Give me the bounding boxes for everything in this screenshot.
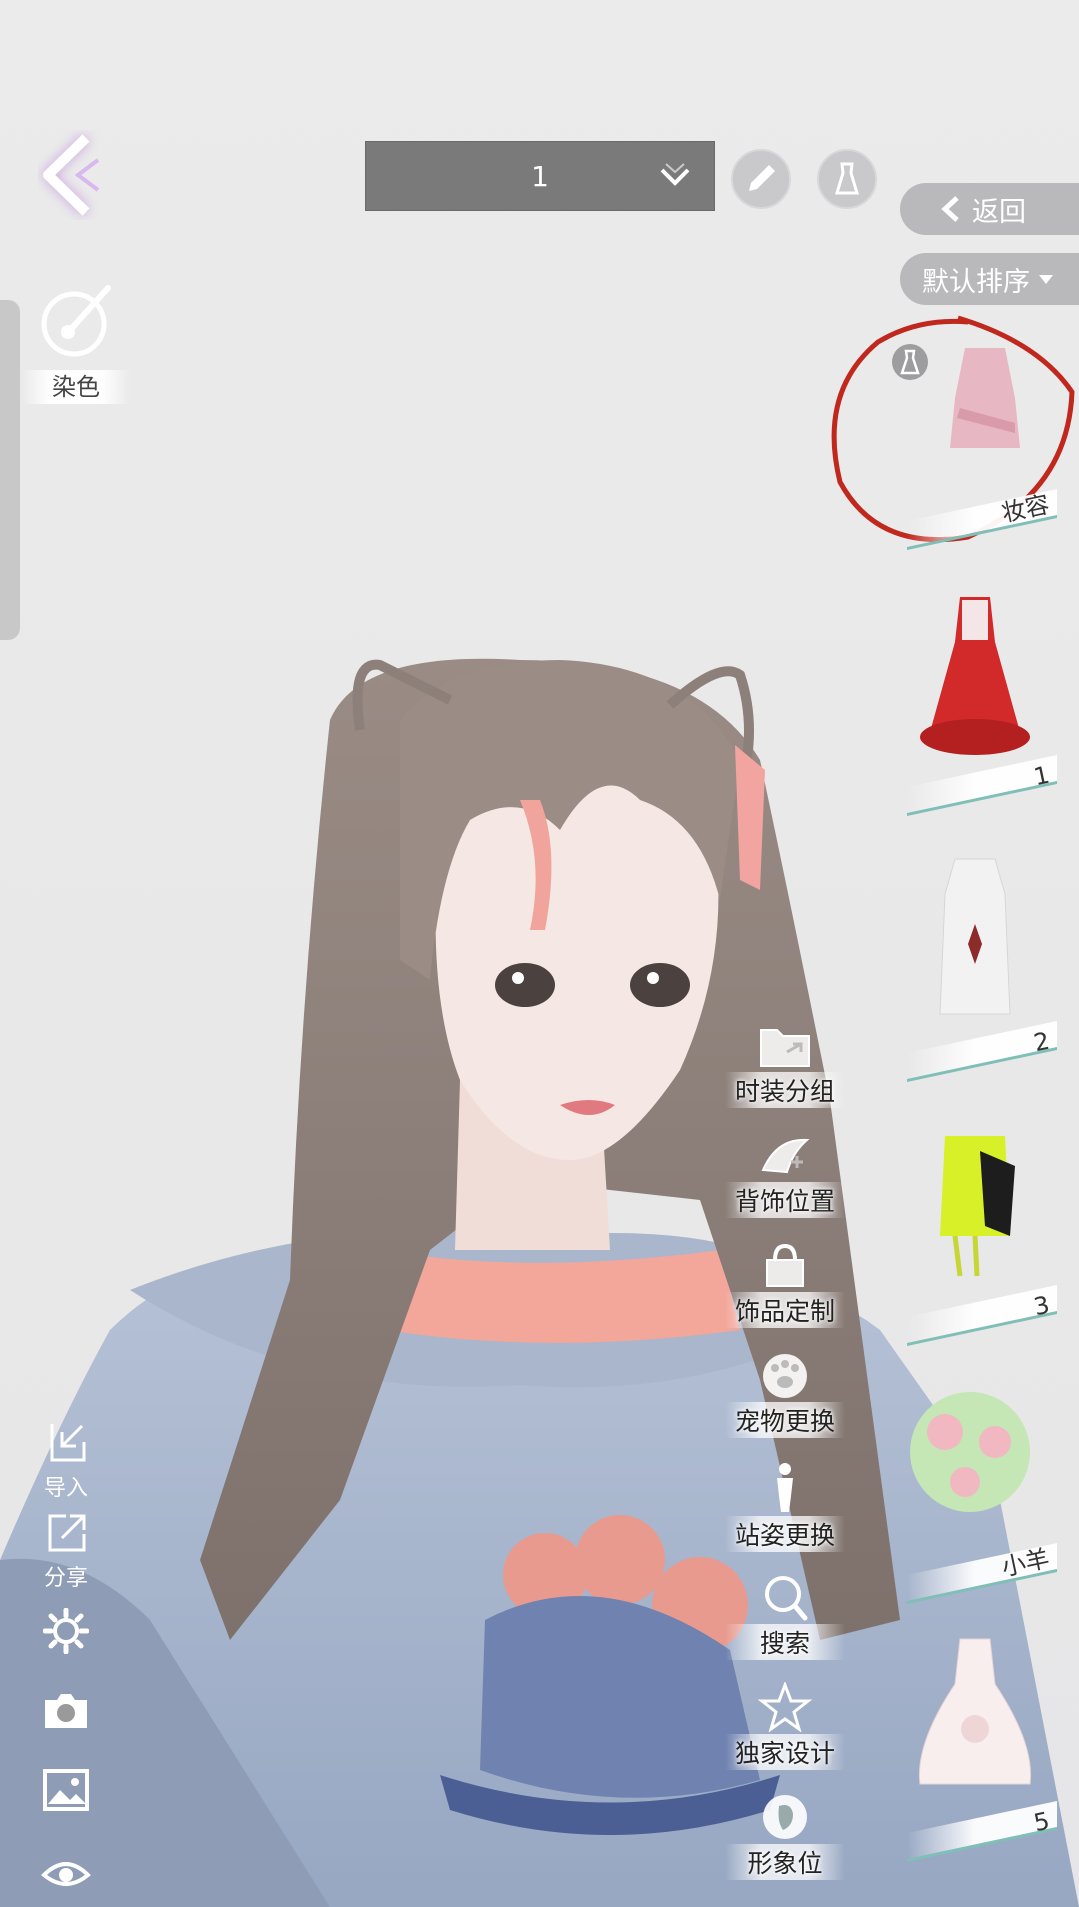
dress-tag-icon	[892, 344, 928, 380]
outfit-thumbnail	[940, 1136, 1015, 1277]
outfit-card[interactable]: 妆容	[831, 315, 1079, 568]
card-label: 小羊	[999, 1544, 1052, 1582]
outfit-card[interactable]: 2	[880, 850, 1079, 1100]
outfit-card[interactable]: 5	[880, 1630, 1079, 1880]
sort-dropdown[interactable]: 默认排序	[900, 253, 1079, 305]
return-button[interactable]: 返回	[900, 183, 1079, 235]
import-button[interactable]: 导入	[28, 1420, 104, 1501]
exclusive-design-label: 独家设计	[725, 1734, 845, 1770]
eye-icon	[41, 1862, 91, 1886]
appearance-slot-label: 形象位	[725, 1844, 845, 1880]
share-label: 分享	[43, 1566, 88, 1591]
sort-label: 默认排序	[922, 266, 1030, 298]
person-icon	[777, 1463, 793, 1512]
import-label: 导入	[43, 1476, 88, 1501]
chevron-left-icon	[941, 196, 959, 222]
pet-change-label: 宠物更换	[725, 1402, 845, 1438]
back-button[interactable]	[38, 130, 108, 220]
search-button[interactable]: 搜索	[725, 1572, 845, 1672]
appearance-slot-button[interactable]: 形象位	[725, 1792, 845, 1892]
back-chevron-icon	[43, 134, 100, 216]
import-icon	[50, 1424, 86, 1462]
caret-down-icon	[1039, 275, 1053, 284]
outfit-card[interactable]: 小羊	[880, 1372, 1079, 1622]
outfit-thumbnail	[950, 348, 1020, 448]
search-label: 搜索	[725, 1624, 845, 1660]
pen-icon	[749, 165, 775, 191]
outfit-thumbnail	[918, 1638, 1032, 1785]
outfit-group-label: 时装分组	[725, 1072, 845, 1108]
pose-change-label: 站姿更换	[725, 1516, 845, 1552]
outfit-card[interactable]: 1	[880, 584, 1079, 834]
outfit-thumbnail	[910, 1392, 1030, 1512]
wing-move-icon	[761, 1138, 810, 1174]
bag-icon	[766, 1243, 804, 1287]
outfit-select-value: 1	[531, 159, 549, 193]
back-accessory-position-button[interactable]: 背饰位置	[725, 1132, 845, 1232]
palette-brush-icon	[41, 285, 111, 357]
gallery-button[interactable]	[28, 1768, 104, 1818]
portrait-icon	[763, 1795, 807, 1839]
gear-icon	[42, 1607, 90, 1655]
camera-button[interactable]	[28, 1690, 104, 1740]
return-label: 返回	[972, 196, 1026, 228]
outfit-select-dropdown[interactable]: 1	[365, 141, 715, 211]
dye-button[interactable]: 染色	[22, 278, 130, 406]
dress-icon	[834, 162, 860, 195]
folder-icon	[760, 1029, 810, 1067]
chevron-down-icon	[660, 163, 690, 186]
share-icon	[48, 1514, 86, 1552]
outfit-button[interactable]	[817, 149, 877, 209]
outfit-card[interactable]: 3	[880, 1114, 1079, 1364]
dye-label: 染色	[22, 370, 130, 404]
settings-button[interactable]	[28, 1607, 104, 1658]
back-accessory-position-label: 背饰位置	[725, 1182, 845, 1218]
hide-ui-button[interactable]	[28, 1855, 104, 1895]
camera-icon	[45, 1694, 87, 1728]
image-icon	[43, 1769, 89, 1811]
star-icon	[757, 1682, 813, 1732]
edit-button[interactable]	[731, 149, 791, 209]
left-panel-handle[interactable]	[0, 300, 20, 640]
pet-change-button[interactable]: 宠物更换	[725, 1352, 845, 1452]
accessory-custom-button[interactable]: 饰品定制	[725, 1242, 845, 1342]
outfit-thumbnail	[939, 858, 1011, 1015]
outfit-group-button[interactable]: 时装分组	[725, 1022, 845, 1122]
accessory-custom-label: 饰品定制	[725, 1292, 845, 1328]
share-button[interactable]: 分享	[28, 1510, 104, 1591]
paw-icon	[763, 1354, 807, 1398]
search-icon	[765, 1576, 808, 1621]
pose-change-button[interactable]: 站姿更换	[725, 1462, 845, 1562]
exclusive-design-button[interactable]: 独家设计	[725, 1682, 845, 1782]
outfit-thumbnail	[920, 597, 1030, 755]
